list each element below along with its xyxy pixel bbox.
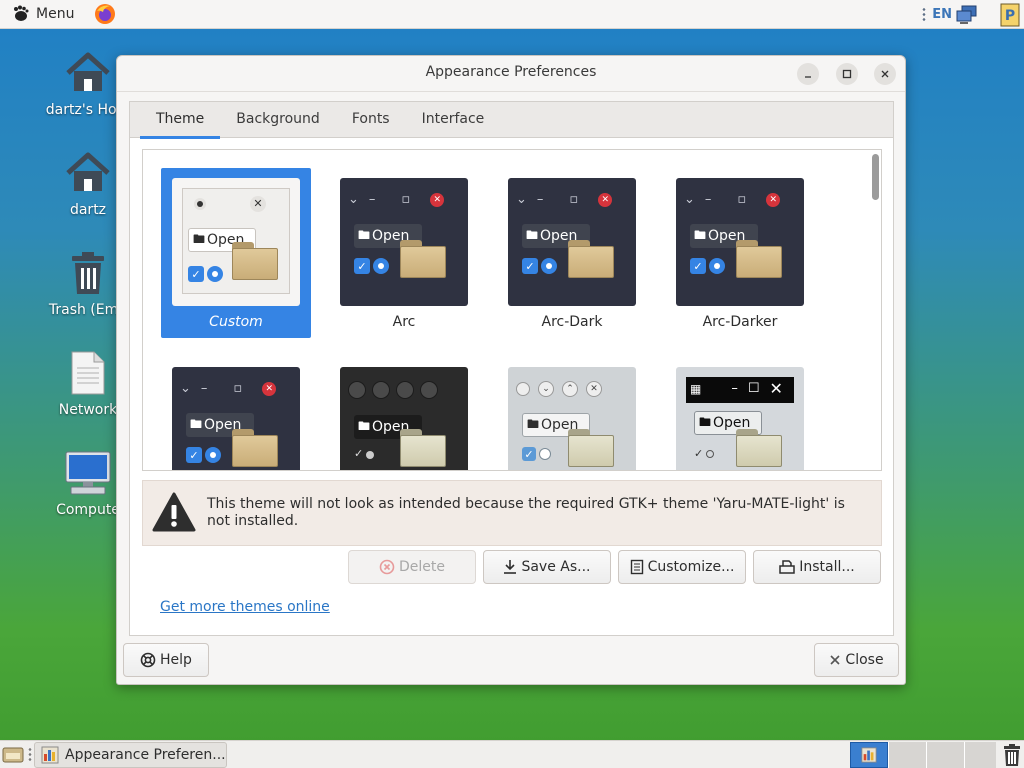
maximize-button[interactable]: [836, 63, 858, 85]
theme-preview: ⌄ – ▫ ✕ 🖿 Open ✓: [676, 178, 804, 306]
help-label: Help: [160, 652, 192, 668]
theme-grid-scrollbar[interactable]: [872, 152, 879, 468]
download-icon: [504, 560, 517, 574]
taskbar-item-appearance[interactable]: Appearance Preferen...: [34, 742, 227, 768]
theme-item-custom[interactable]: ✕ 🖿 Open ✓ Custom: [161, 168, 311, 338]
theme-item-7[interactable]: ⌄ ⌃ ✕ 🖿 Open ✓: [497, 357, 647, 470]
delete-icon: [379, 559, 395, 575]
workspace-3[interactable]: [926, 742, 964, 768]
sticky-notes-icon[interactable]: P: [1000, 3, 1020, 27]
customize-button[interactable]: Customize...: [618, 550, 746, 584]
help-icon: [140, 652, 156, 668]
theme-warning-bar: This theme will not look as intended bec…: [142, 480, 882, 546]
install-label: Install...: [799, 559, 855, 575]
theme-preview: ▦ – ☐ ✕ 🖿 Open ✓: [676, 367, 804, 470]
appearance-icon: [861, 747, 877, 763]
computer-icon: [65, 451, 111, 495]
minimize-button[interactable]: [797, 63, 819, 85]
theme-item-arc-darker[interactable]: ⌄ – ▫ ✕ 🖿 Open ✓ Arc-Darker: [665, 168, 815, 338]
theme-preview: ⌄ – ▫ ✕ 🖿 Open ✓: [172, 367, 300, 470]
help-button[interactable]: Help: [123, 643, 209, 677]
maximize-icon: [842, 69, 852, 79]
gnome-foot-icon: [14, 5, 29, 21]
theme-preview: ✕ 🖿 Open ✓: [172, 178, 300, 306]
keyboard-layout-indicator[interactable]: EN: [932, 7, 952, 22]
theme-item-8[interactable]: ▦ – ☐ ✕ 🖿 Open ✓: [665, 357, 815, 470]
trash-icon: [72, 252, 104, 294]
close-window-button[interactable]: [874, 63, 896, 85]
main-menu-button[interactable]: Menu: [0, 0, 82, 29]
theme-preview: ⌄ – ▫ ✕ 🖿 Open ✓: [340, 178, 468, 306]
customize-label: Customize...: [647, 559, 735, 575]
dialog-titlebar[interactable]: Appearance Preferences: [117, 56, 905, 92]
scrollbar-thumb[interactable]: [872, 154, 879, 200]
close-button[interactable]: Close: [814, 643, 899, 677]
taskbar-grip[interactable]: [28, 747, 32, 763]
warning-icon: [152, 492, 196, 532]
theme-preview: ⌄ ⌃ ✕ 🖿 Open ✓: [508, 367, 636, 470]
theme-name: Arc-Darker: [702, 314, 778, 330]
trash-icon[interactable]: [1002, 743, 1022, 767]
theme-item-6[interactable]: 🖿 Open ✓: [329, 357, 479, 470]
tab-theme[interactable]: Theme: [140, 102, 221, 139]
theme-name: Custom: [209, 314, 263, 330]
top-panel: Menu EN P: [0, 0, 1024, 29]
home-folder-icon: [66, 152, 110, 191]
close-label: Close: [845, 652, 884, 668]
install-icon: [779, 560, 795, 574]
svg-text:P: P: [1005, 8, 1015, 24]
theme-grid[interactable]: ✕ 🖿 Open ✓ Custom ⌄ – ▫ ✕ 🖿 Open ✓ Arc ⌄…: [142, 149, 882, 471]
save-as-button[interactable]: Save As...: [483, 550, 611, 584]
home-folder-icon: [66, 52, 110, 91]
tab-background[interactable]: Background: [220, 102, 336, 138]
get-more-themes-link[interactable]: Get more themes online: [160, 599, 330, 615]
network-icon[interactable]: [956, 5, 978, 25]
tab-bar: Theme Background Fonts Interface: [130, 102, 893, 139]
tab-interface[interactable]: Interface: [406, 102, 501, 138]
warning-message: This theme will not look as intended bec…: [207, 496, 845, 529]
menu-label: Menu: [36, 6, 75, 22]
install-button[interactable]: Install...: [753, 550, 881, 584]
theme-item-arc[interactable]: ⌄ – ▫ ✕ 🖿 Open ✓ Arc: [329, 168, 479, 338]
dialog-title: Appearance Preferences: [425, 64, 597, 80]
workspace-2[interactable]: [888, 742, 926, 768]
theme-preview: 🖿 Open ✓: [340, 367, 468, 470]
save-as-label: Save As...: [521, 559, 591, 575]
workspace-1[interactable]: [850, 742, 888, 768]
preferences-notebook: Theme Background Fonts Interface ✕ 🖿 Open…: [129, 101, 894, 636]
theme-item-arc-dark[interactable]: ⌄ – ▫ ✕ 🖿 Open ✓ Arc-Dark: [497, 168, 647, 338]
firefox-launcher[interactable]: [94, 3, 116, 25]
tab-fonts[interactable]: Fonts: [336, 102, 406, 138]
document-properties-icon: [630, 559, 643, 575]
bottom-taskbar: Appearance Preferen...: [0, 740, 1024, 768]
appearance-preferences-dialog: Appearance Preferences Theme Background …: [116, 55, 906, 685]
delete-label: Delete: [399, 559, 445, 575]
network-document-icon: [71, 351, 105, 395]
appearance-icon: [41, 746, 59, 764]
theme-name: Arc-Dark: [541, 314, 603, 330]
theme-preview: ⌄ – ▫ ✕ 🖿 Open ✓: [508, 178, 636, 306]
close-icon: [830, 655, 840, 665]
workspace-4[interactable]: [964, 742, 996, 768]
theme-item-5[interactable]: ⌄ – ▫ ✕ 🖿 Open ✓: [161, 357, 311, 470]
firefox-icon: [95, 4, 116, 24]
minimize-icon: [805, 76, 811, 78]
theme-name: Arc: [392, 314, 416, 330]
show-desktop-icon[interactable]: [2, 746, 24, 764]
tray-handle[interactable]: [922, 6, 927, 23]
delete-button[interactable]: Delete: [348, 550, 476, 584]
taskbar-item-label: Appearance Preferen...: [65, 747, 226, 763]
close-icon: [881, 70, 889, 78]
